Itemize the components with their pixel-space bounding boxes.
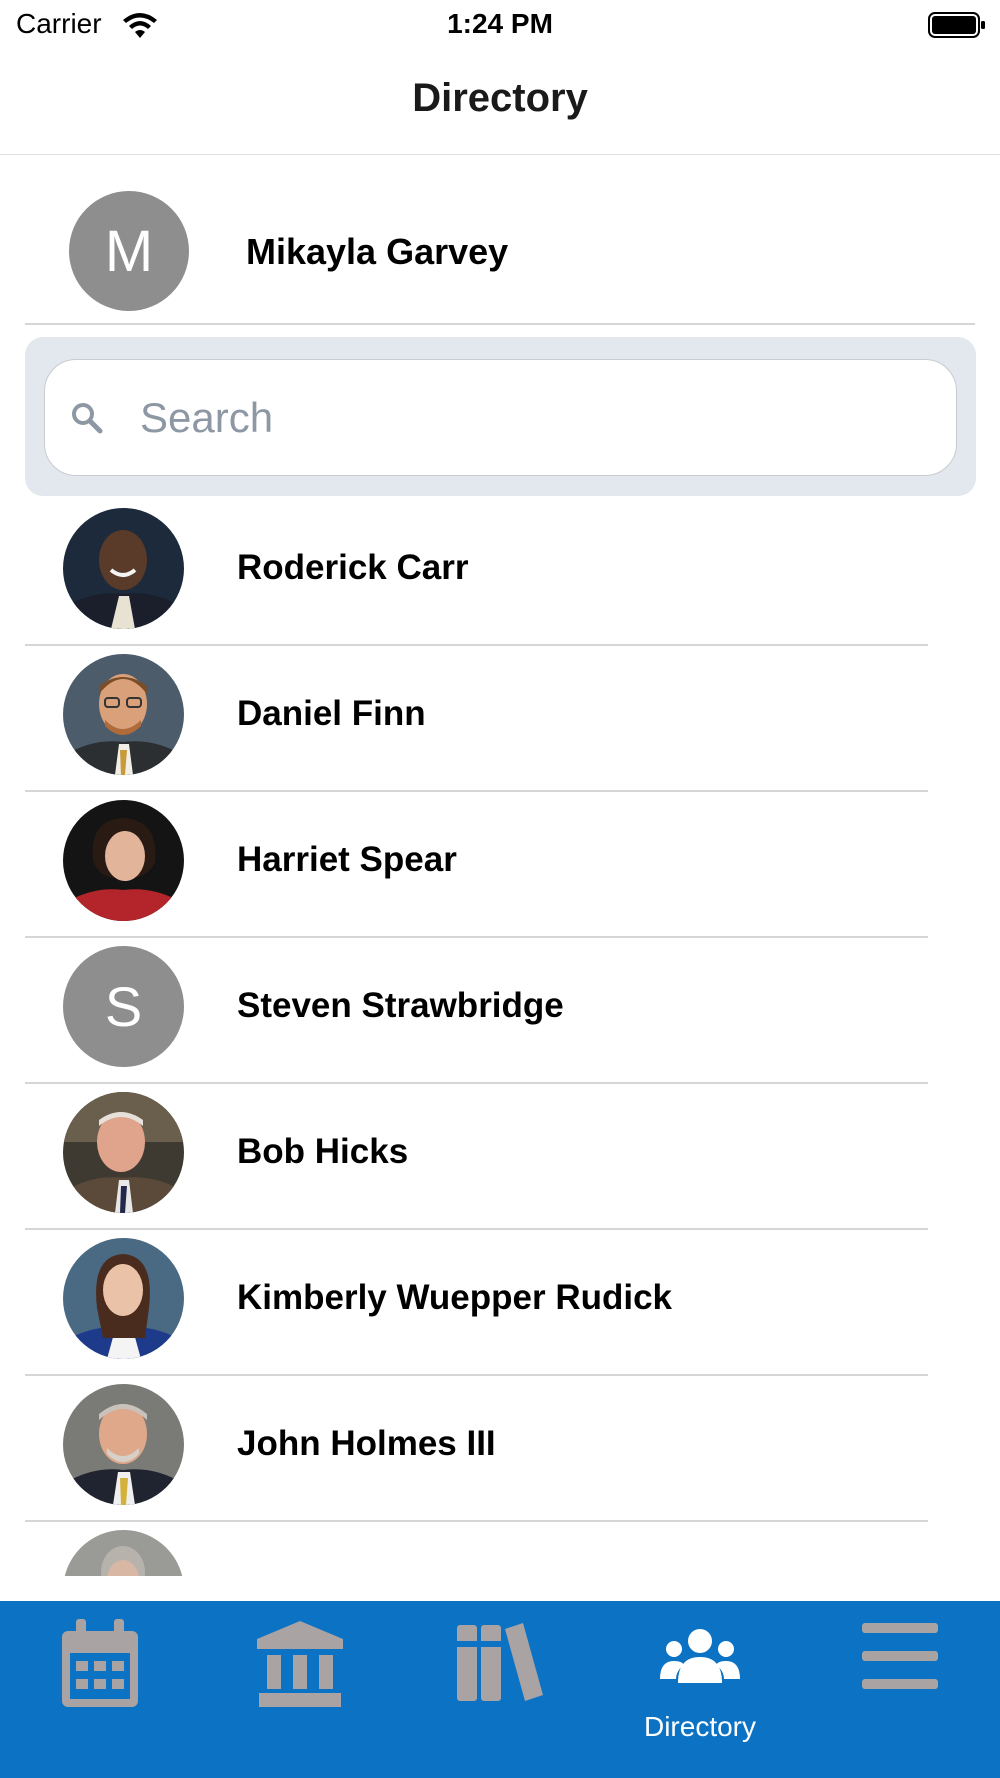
status-bar: Carrier 1:24 PM <box>0 0 1000 50</box>
list-item[interactable]: Bob Hicks <box>0 1084 1000 1230</box>
library-icon <box>457 1623 543 1701</box>
tab-bar: Directory <box>0 1601 1000 1778</box>
list-item[interactable] <box>0 1522 1000 1576</box>
list-item[interactable]: John Holmes III <box>0 1376 1000 1522</box>
avatar <box>63 1384 184 1505</box>
search-icon <box>72 403 103 434</box>
page-title: Directory <box>412 76 588 120</box>
users-icon <box>660 1629 740 1683</box>
avatar <box>63 1092 184 1213</box>
person-name: Daniel Finn <box>237 694 426 733</box>
menu-icon <box>862 1623 938 1689</box>
person-name: Bob Hicks <box>237 1132 409 1171</box>
tab-institution[interactable] <box>200 1601 400 1778</box>
status-time: 1:24 PM <box>447 8 553 39</box>
person-name: Harriet Spear <box>237 840 457 879</box>
person-name: Roderick Carr <box>237 548 469 587</box>
list-item[interactable]: S Steven Strawbridge <box>0 938 1000 1084</box>
avatar <box>63 1530 184 1576</box>
person-name: John Holmes III <box>237 1424 496 1463</box>
search-box[interactable] <box>44 359 957 476</box>
tab-menu[interactable] <box>800 1601 1000 1778</box>
institution-icon <box>257 1621 343 1707</box>
tab-directory[interactable]: Directory <box>600 1601 800 1778</box>
person-name: Kimberly Wuepper Rudick <box>237 1278 673 1317</box>
tab-calendar[interactable] <box>0 1601 200 1778</box>
list-item[interactable]: Kimberly Wuepper Rudick <box>0 1230 1000 1376</box>
list-item[interactable]: Roderick Carr <box>0 500 1000 646</box>
navigation-bar: Directory <box>0 50 1000 155</box>
list-item[interactable]: Harriet Spear <box>0 792 1000 938</box>
current-user-row[interactable]: M Mikayla Garvey <box>25 155 975 325</box>
directory-list[interactable]: Roderick Carr Daniel Finn Harriet Spear … <box>0 500 1000 1576</box>
current-user-name: Mikayla Garvey <box>246 231 509 272</box>
avatar <box>63 508 184 629</box>
avatar <box>63 1238 184 1359</box>
tab-library[interactable] <box>400 1601 600 1778</box>
avatar: S <box>63 946 184 1067</box>
tab-label: Directory <box>643 1711 756 1742</box>
avatar <box>63 654 184 775</box>
list-item[interactable]: Daniel Finn <box>0 646 1000 792</box>
calendar-icon <box>62 1619 138 1707</box>
person-name: Steven Strawbridge <box>237 986 564 1025</box>
search-input[interactable] <box>140 380 920 456</box>
battery-icon <box>928 12 985 38</box>
avatar <box>63 800 184 921</box>
current-user-avatar: M <box>69 191 189 311</box>
search-container <box>25 337 976 496</box>
